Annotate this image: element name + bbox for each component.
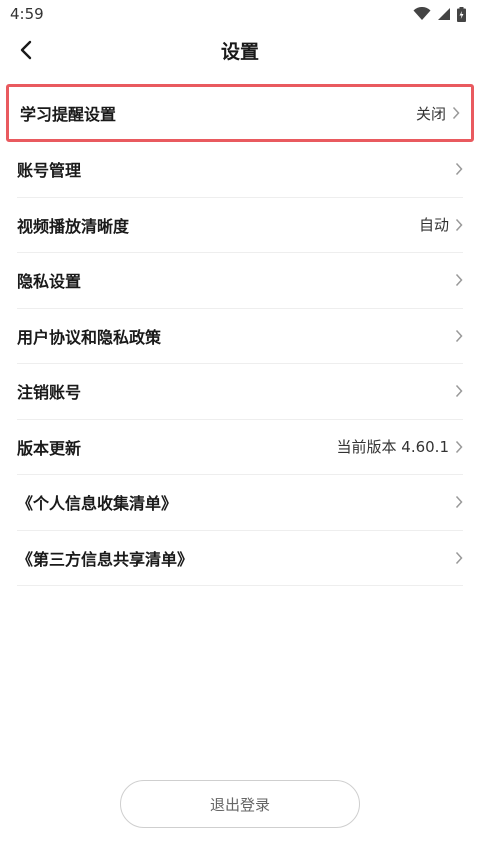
wifi-icon (413, 7, 431, 20)
logout-button[interactable]: 退出登录 (120, 780, 360, 828)
settings-item-personal-info-list[interactable]: 《个人信息收集清单》 (17, 475, 463, 531)
settings-item-right: 当前版本 4.60.1 (337, 436, 463, 457)
settings-screen: 4:59 设置 学习提醒设置 关闭 账号管理 视频播放清晰度 自动 隐私设置 用… (0, 0, 480, 853)
chevron-right-icon (455, 218, 463, 231)
settings-list: 学习提醒设置 关闭 账号管理 视频播放清晰度 自动 隐私设置 用户协议和隐私政策… (0, 84, 480, 586)
settings-item-label: 《个人信息收集清单》 (17, 494, 178, 514)
back-button[interactable] (10, 34, 42, 66)
page-title: 设置 (220, 40, 259, 63)
chevron-right-icon (455, 551, 463, 564)
settings-item-privacy[interactable]: 隐私设置 (17, 253, 463, 309)
chevron-right-icon (455, 329, 463, 342)
settings-item-video-quality[interactable]: 视频播放清晰度 自动 (17, 198, 463, 253)
back-arrow-icon (20, 40, 32, 60)
chevron-right-icon (455, 163, 463, 176)
status-time: 4:59 (10, 5, 44, 23)
settings-item-right (449, 162, 463, 176)
settings-item-agreement[interactable]: 用户协议和隐私政策 (17, 309, 463, 364)
chevron-right-icon (455, 385, 463, 398)
chevron-right-icon (455, 274, 463, 287)
settings-item-label: 学习提醒设置 (20, 105, 117, 124)
settings-item-value: 当前版本 4.60.1 (336, 438, 449, 457)
settings-item-right: 自动 (419, 214, 463, 235)
status-icons (413, 6, 466, 22)
battery-icon (457, 6, 466, 22)
settings-item-label: 账号管理 (17, 161, 82, 181)
status-bar: 4:59 (0, 0, 480, 28)
settings-item-label: 用户协议和隐私政策 (17, 327, 162, 347)
settings-item-value: 关闭 (415, 104, 446, 123)
settings-item-right (449, 551, 463, 565)
settings-item-label: 注销账号 (17, 383, 82, 403)
chevron-right-icon (455, 440, 463, 453)
settings-item-right (449, 384, 463, 398)
settings-item-study-reminder[interactable]: 学习提醒设置 关闭 (6, 84, 474, 142)
settings-item-label: 《第三方信息共享清单》 (17, 549, 194, 569)
settings-item-right (449, 329, 463, 343)
settings-item-label: 视频播放清晰度 (17, 216, 130, 236)
settings-item-right: 关闭 (416, 103, 460, 124)
signal-icon (438, 8, 450, 20)
chevron-right-icon (452, 106, 460, 120)
settings-item-account[interactable]: 账号管理 (17, 142, 463, 198)
settings-item-label: 隐私设置 (17, 272, 82, 292)
settings-item-cancel-account[interactable]: 注销账号 (17, 364, 463, 420)
header: 设置 (0, 28, 480, 72)
settings-item-version-update[interactable]: 版本更新 当前版本 4.60.1 (17, 420, 463, 475)
settings-item-value: 自动 (418, 216, 449, 235)
chevron-right-icon (455, 496, 463, 509)
settings-item-right (449, 495, 463, 509)
settings-item-right (449, 273, 463, 287)
settings-item-third-party-list[interactable]: 《第三方信息共享清单》 (17, 531, 463, 586)
settings-item-label: 版本更新 (17, 438, 82, 458)
